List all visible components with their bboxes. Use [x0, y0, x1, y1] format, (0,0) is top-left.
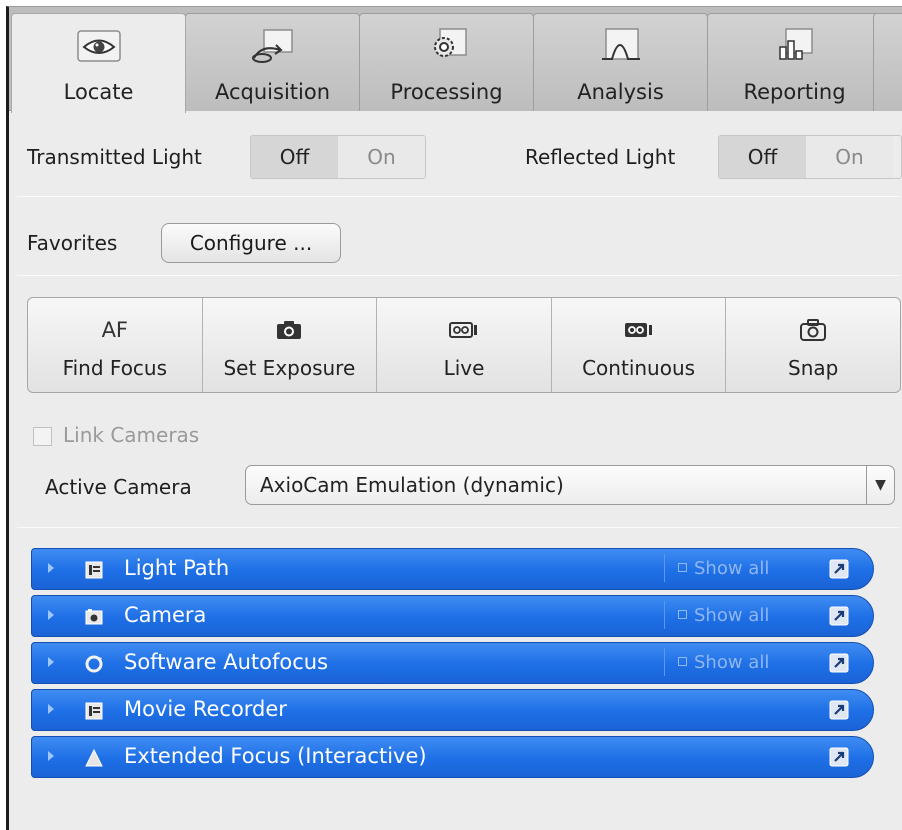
live-button[interactable]: Live [377, 298, 552, 392]
find-focus-button[interactable]: AF Find Focus [28, 298, 203, 392]
expand-arrow-icon[interactable] [48, 751, 54, 761]
set-exposure-button[interactable]: Set Exposure [203, 298, 378, 392]
peak-icon [598, 24, 644, 68]
tab-overflow[interactable] [873, 13, 902, 111]
tab-bar: Locate Acquisition Processing Analysis R… [9, 7, 902, 113]
popout-icon[interactable] [829, 747, 849, 767]
continuous-button[interactable]: Continuous [552, 298, 727, 392]
tab-processing[interactable]: Processing [359, 13, 534, 111]
configure-button[interactable]: Configure ... [161, 223, 341, 263]
tab-analysis-label: Analysis [577, 80, 664, 104]
popout-icon[interactable] [829, 559, 849, 579]
favorites-label: Favorites [27, 231, 118, 255]
divider [17, 196, 899, 197]
checkbox-icon [678, 563, 687, 572]
panel-icon [82, 699, 106, 723]
separator [664, 648, 665, 676]
divider [17, 275, 899, 276]
expand-arrow-icon[interactable] [48, 657, 54, 667]
chevron-down-icon[interactable]: ▼ [866, 466, 894, 504]
link-cameras-checkbox[interactable] [33, 427, 52, 446]
transmitted-light-label: Transmitted Light [27, 145, 202, 169]
show-all-label: Show all [694, 652, 770, 673]
tool-title: Extended Focus (Interactive) [124, 744, 427, 768]
autofocus-icon: AF [101, 318, 129, 342]
video-camera-icon [624, 310, 654, 350]
transmitted-on-option[interactable]: On [338, 136, 425, 178]
camera-icon [82, 605, 106, 629]
tab-reporting-label: Reporting [743, 80, 846, 104]
popout-icon[interactable] [829, 653, 849, 673]
tab-processing-label: Processing [390, 80, 503, 104]
snap-button[interactable]: Snap [726, 298, 900, 392]
separator [664, 601, 665, 629]
find-focus-label: Find Focus [62, 356, 168, 380]
show-all-toggle[interactable]: Show all [678, 652, 769, 673]
acquisition-icon [250, 24, 296, 68]
tool-movie-recorder[interactable]: Movie Recorder [31, 689, 874, 731]
expand-arrow-icon[interactable] [48, 563, 54, 573]
popout-icon[interactable] [829, 700, 849, 720]
live-label: Live [443, 356, 485, 380]
refresh-icon [82, 652, 106, 676]
snap-label: Snap [788, 356, 839, 380]
separator [664, 554, 665, 582]
show-all-label: Show all [694, 605, 770, 626]
tab-locate-label: Locate [63, 80, 134, 104]
tool-title: Camera [124, 603, 207, 627]
tab-analysis[interactable]: Analysis [533, 13, 708, 111]
tool-title: Software Autofocus [124, 650, 329, 674]
tool-light-path[interactable]: Light Path Show all [31, 548, 874, 590]
snap-camera-icon [800, 310, 827, 350]
panel-icon [82, 558, 106, 582]
reflected-off-option[interactable]: Off [719, 136, 806, 178]
tool-camera[interactable]: Camera Show all [31, 595, 874, 637]
live-camera-icon [448, 310, 479, 350]
transmitted-light-toggle: Off On [250, 135, 426, 179]
active-camera-value: AxioCam Emulation (dynamic) [260, 473, 564, 497]
expand-arrow-icon[interactable] [48, 704, 54, 714]
bar-chart-icon [772, 24, 818, 68]
reflected-light-label: Reflected Light [525, 145, 676, 169]
gear-icon [424, 24, 470, 68]
active-camera-label: Active Camera [45, 475, 192, 499]
locate-panel: Locate Acquisition Processing Analysis R… [6, 6, 902, 830]
tab-reporting[interactable]: Reporting [707, 13, 882, 111]
tool-software-autofocus[interactable]: Software Autofocus Show all [31, 642, 874, 684]
show-all-toggle[interactable]: Show all [678, 558, 769, 579]
tool-title: Light Path [124, 556, 230, 580]
popout-icon[interactable] [829, 606, 849, 626]
reflected-light-toggle: Off On [718, 135, 902, 179]
tab-acquisition[interactable]: Acquisition [185, 13, 360, 111]
tab-locate[interactable]: Locate [11, 13, 186, 113]
checkbox-icon [678, 657, 687, 666]
camera-icon [276, 310, 302, 350]
expand-arrow-icon[interactable] [48, 610, 54, 620]
divider [17, 527, 899, 528]
eye-icon [76, 24, 122, 68]
transmitted-off-option[interactable]: Off [251, 136, 338, 178]
triangle-icon [82, 746, 106, 770]
link-cameras-label: Link Cameras [63, 423, 200, 447]
show-all-label: Show all [694, 558, 770, 579]
set-exposure-label: Set Exposure [223, 356, 356, 380]
active-camera-select[interactable]: AxioCam Emulation (dynamic) ▼ [245, 465, 895, 505]
tab-acquisition-label: Acquisition [214, 80, 331, 104]
show-all-toggle[interactable]: Show all [678, 605, 769, 626]
continuous-label: Continuous [582, 356, 696, 380]
checkbox-icon [678, 610, 687, 619]
tool-title: Movie Recorder [124, 697, 287, 721]
reflected-on-option[interactable]: On [806, 136, 893, 178]
tool-extended-focus[interactable]: Extended Focus (Interactive) [31, 736, 874, 778]
acquisition-button-group: AF Find Focus Set Exposure Live Continuo… [27, 297, 901, 393]
